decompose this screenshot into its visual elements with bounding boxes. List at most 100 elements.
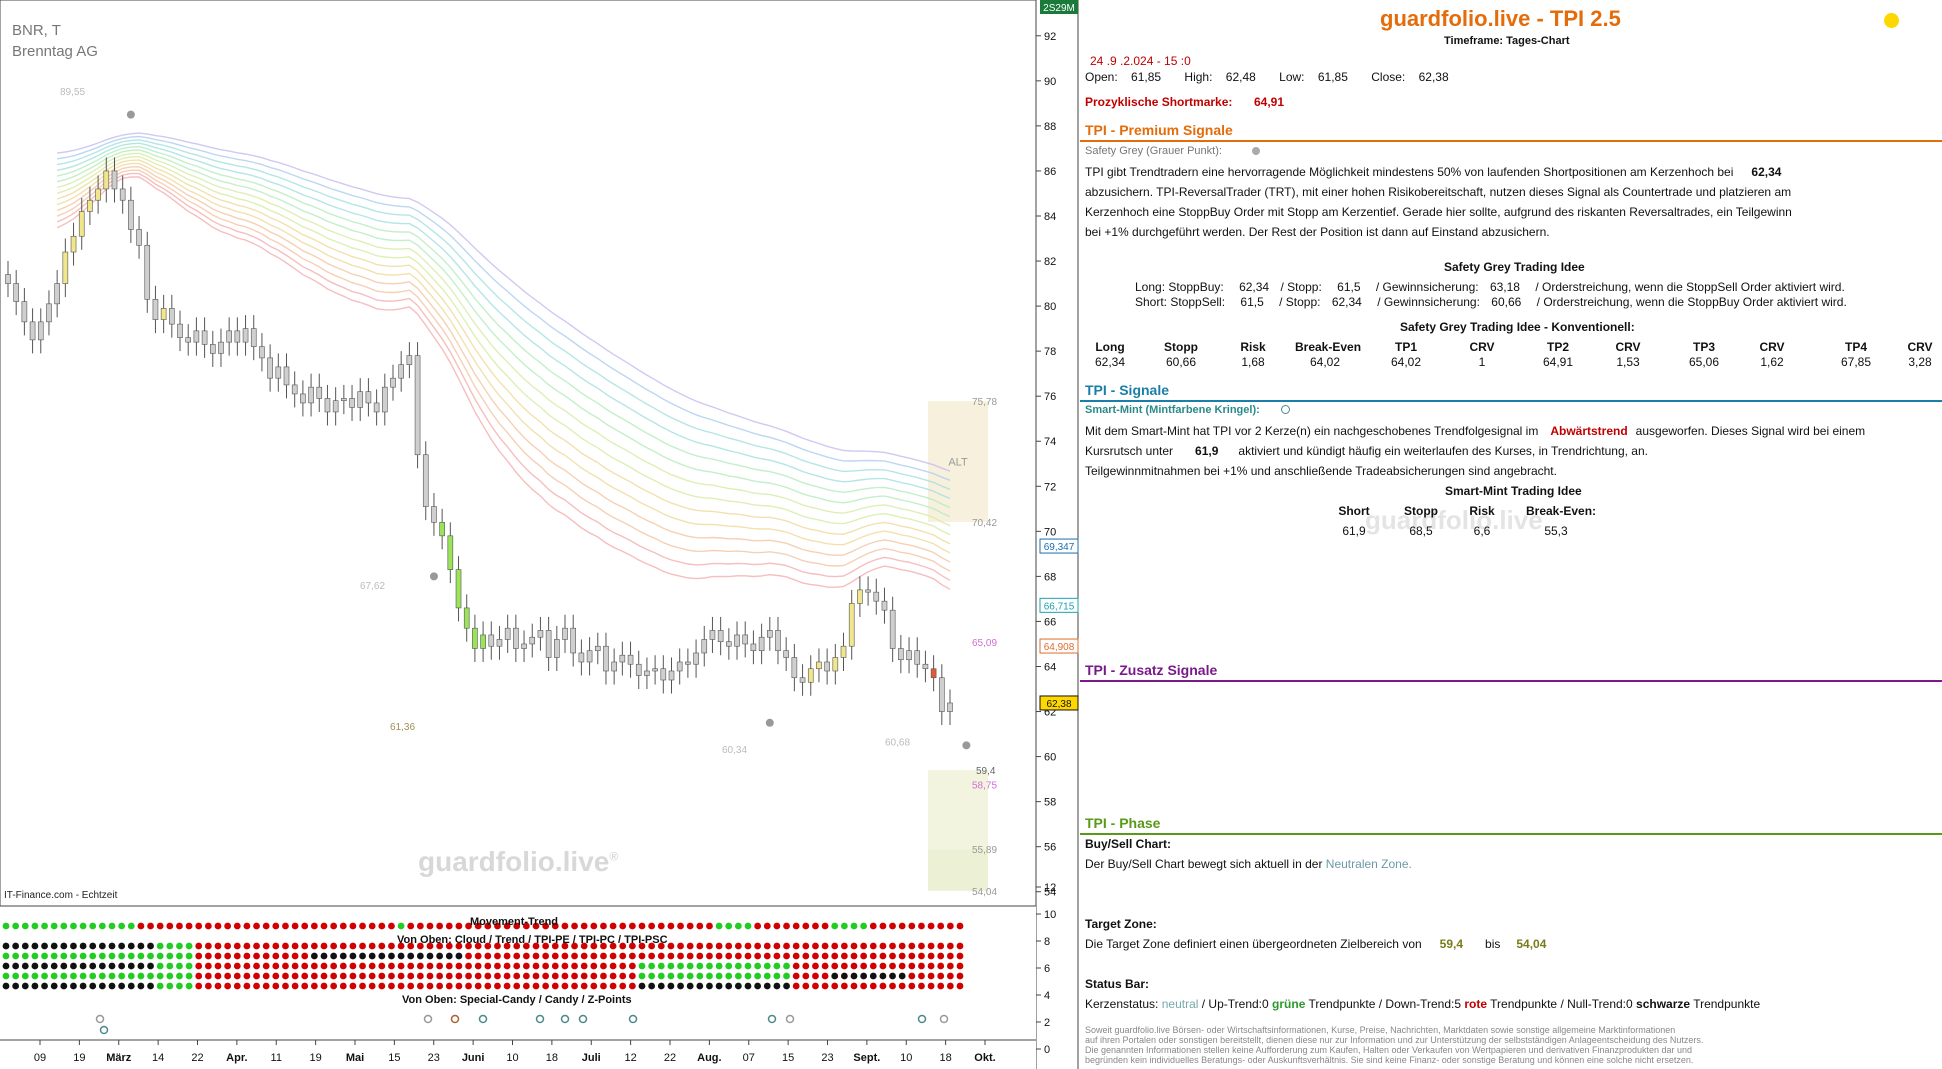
trend-dot-r2-c96 <box>927 952 935 960</box>
trend-dot-r5-c24 <box>233 982 241 990</box>
trend-dot-r1-c23 <box>224 942 232 950</box>
trend-dot-r5-c90 <box>869 982 877 990</box>
candle-body-104 <box>857 589 863 604</box>
trend-dot-r1-c9 <box>89 942 97 950</box>
trend-dot-r4-c91 <box>879 972 887 980</box>
safety-idea-title: Safety Grey Trading Idee <box>1444 260 1585 274</box>
trend-dot-r5-c36 <box>349 982 357 990</box>
trend-dot-r5-c52 <box>503 982 511 990</box>
trend-dot-r4-c30 <box>291 972 299 980</box>
x-tick-label-19: 15 <box>782 1052 794 1064</box>
trend-dot-r2-c19 <box>185 952 193 960</box>
trend-dot-r2-c25 <box>243 952 251 960</box>
trend-dot-r4-c28 <box>272 972 280 980</box>
trend-dot-r5-c27 <box>262 982 270 990</box>
trend-dot-r3-c24 <box>233 962 241 970</box>
trend-dot-r5-c39 <box>378 982 386 990</box>
trend-dot-r4-c48 <box>465 972 472 980</box>
top-tag: 2S29M <box>1043 3 1075 14</box>
y-tick-label-2: 88 <box>1044 121 1056 133</box>
trend-dot-r1-c79 <box>763 942 771 950</box>
trend-dot-r1-c15 <box>147 942 154 950</box>
trend-dot-r1-c95 <box>918 942 925 950</box>
trend-dot-r1-c91 <box>879 942 887 950</box>
trend-dot-r2-c85 <box>821 952 829 960</box>
trend-dot-r0-c18 <box>176 922 183 930</box>
candle-body-89 <box>734 634 740 647</box>
trend-dot-r0-c26 <box>253 922 260 930</box>
disclaimer-l2: auf ihren Portalen oder sonstigen bereit… <box>1085 1035 1704 1045</box>
trend-dot-r5-c75 <box>725 982 733 990</box>
trend-dot-r2-c34 <box>330 952 338 960</box>
trend-dot-r4-c14 <box>137 972 145 980</box>
trend-dot-r5-c51 <box>494 982 501 990</box>
trend-dot-r1-c12 <box>118 942 126 950</box>
ind-tick-label-0: 12 <box>1044 882 1056 894</box>
trend-dot-r3-c86 <box>831 962 839 970</box>
trend-dot-r2-c48 <box>465 952 472 960</box>
candle-body-53 <box>439 522 445 537</box>
trend-dot-r3-c27 <box>262 962 270 970</box>
trend-dot-r1-c1 <box>12 942 20 950</box>
candle-body-66 <box>545 630 552 658</box>
trend-dot-r0-c21 <box>204 922 212 930</box>
candle-body-93 <box>766 630 773 638</box>
trend-dot-r2-c61 <box>590 952 598 960</box>
trend-dot-r1-c72 <box>696 942 704 950</box>
trend-dot-r0-c24 <box>233 922 241 930</box>
trend-dot-r4-c29 <box>282 972 289 980</box>
trend-dot-r5-c63 <box>609 982 617 990</box>
trend-dot-r0-c2 <box>21 922 29 930</box>
x-tick-label-14: Juli <box>582 1052 601 1064</box>
trend-dot-r5-c28 <box>272 982 280 990</box>
trend-dot-r5-c69 <box>667 982 675 990</box>
short-row-gewinn: 60,66 <box>1491 295 1522 309</box>
trend-dot-r5-c35 <box>339 982 347 990</box>
candle-body-114 <box>939 677 945 712</box>
conv-value-5: 1 <box>1478 355 1486 369</box>
signale-l2a: Kursrutsch unter <box>1085 444 1174 458</box>
trend-dot-r5-c10 <box>98 982 106 990</box>
candle-body-84 <box>693 652 699 665</box>
trend-dot-r0-c13 <box>127 922 135 930</box>
trend-dot-r0-c70 <box>677 922 684 930</box>
trend-dot-r3-c40 <box>388 962 395 970</box>
trend-dot-r1-c70 <box>677 942 684 950</box>
candle-body-10 <box>87 199 93 212</box>
x-tick-label-5: Apr. <box>226 1052 247 1064</box>
trend-dot-r1-c37 <box>359 942 366 950</box>
movement-trend-subtitle: Von Oben: Cloud / Trend / TPI-PE / TPI-P… <box>397 934 668 946</box>
trend-dot-r3-c16 <box>156 962 164 970</box>
trend-dot-r2-c69 <box>667 952 675 960</box>
trend-dot-r0-c41 <box>397 922 405 930</box>
trend-dot-r1-c25 <box>243 942 251 950</box>
trend-dot-r2-c18 <box>176 952 183 960</box>
sb-red-word: rote <box>1464 997 1488 1011</box>
candle-body-37 <box>308 386 314 404</box>
candle-body-50 <box>414 355 421 456</box>
trend-dot-r2-c5 <box>50 952 58 960</box>
trend-dot-r4-c1 <box>12 972 20 980</box>
trend-dot-r5-c70 <box>677 982 684 990</box>
conv-header-1: Stopp <box>1164 340 1198 354</box>
candle-body-14 <box>119 188 126 201</box>
timeframe: Timeframe: Tages-Chart <box>1444 35 1570 47</box>
trend-dot-r4-c50 <box>484 972 492 980</box>
trend-dot-r2-c90 <box>869 952 877 960</box>
trend-dot-r3-c50 <box>484 962 492 970</box>
trend-dot-r5-c74 <box>715 982 723 990</box>
trend-dot-r0-c31 <box>301 922 309 930</box>
candle-body-48 <box>398 364 404 379</box>
trend-dot-r1-c5 <box>50 942 58 950</box>
trend-dot-r4-c3 <box>31 972 39 980</box>
price-chart-svg[interactable]: 9290888684828078767472706866646260585654… <box>0 0 1080 1069</box>
candle-body-0 <box>5 274 11 284</box>
trend-dot-r1-c14 <box>137 942 145 950</box>
price-chart-area[interactable]: 92 90 88 86 84 82 80 78 76 74 72 70 68 66 64 62 60 58 56 54… <box>0 0 1080 1069</box>
trend-dot-r2-c50 <box>484 952 492 960</box>
trend-dot-r3-c91 <box>879 962 887 970</box>
premium-divider <box>1080 140 1942 142</box>
trend-dot-r1-c75 <box>725 942 733 950</box>
sb-black-word: schwarze <box>1636 997 1691 1011</box>
trend-dot-r4-c60 <box>580 972 588 980</box>
